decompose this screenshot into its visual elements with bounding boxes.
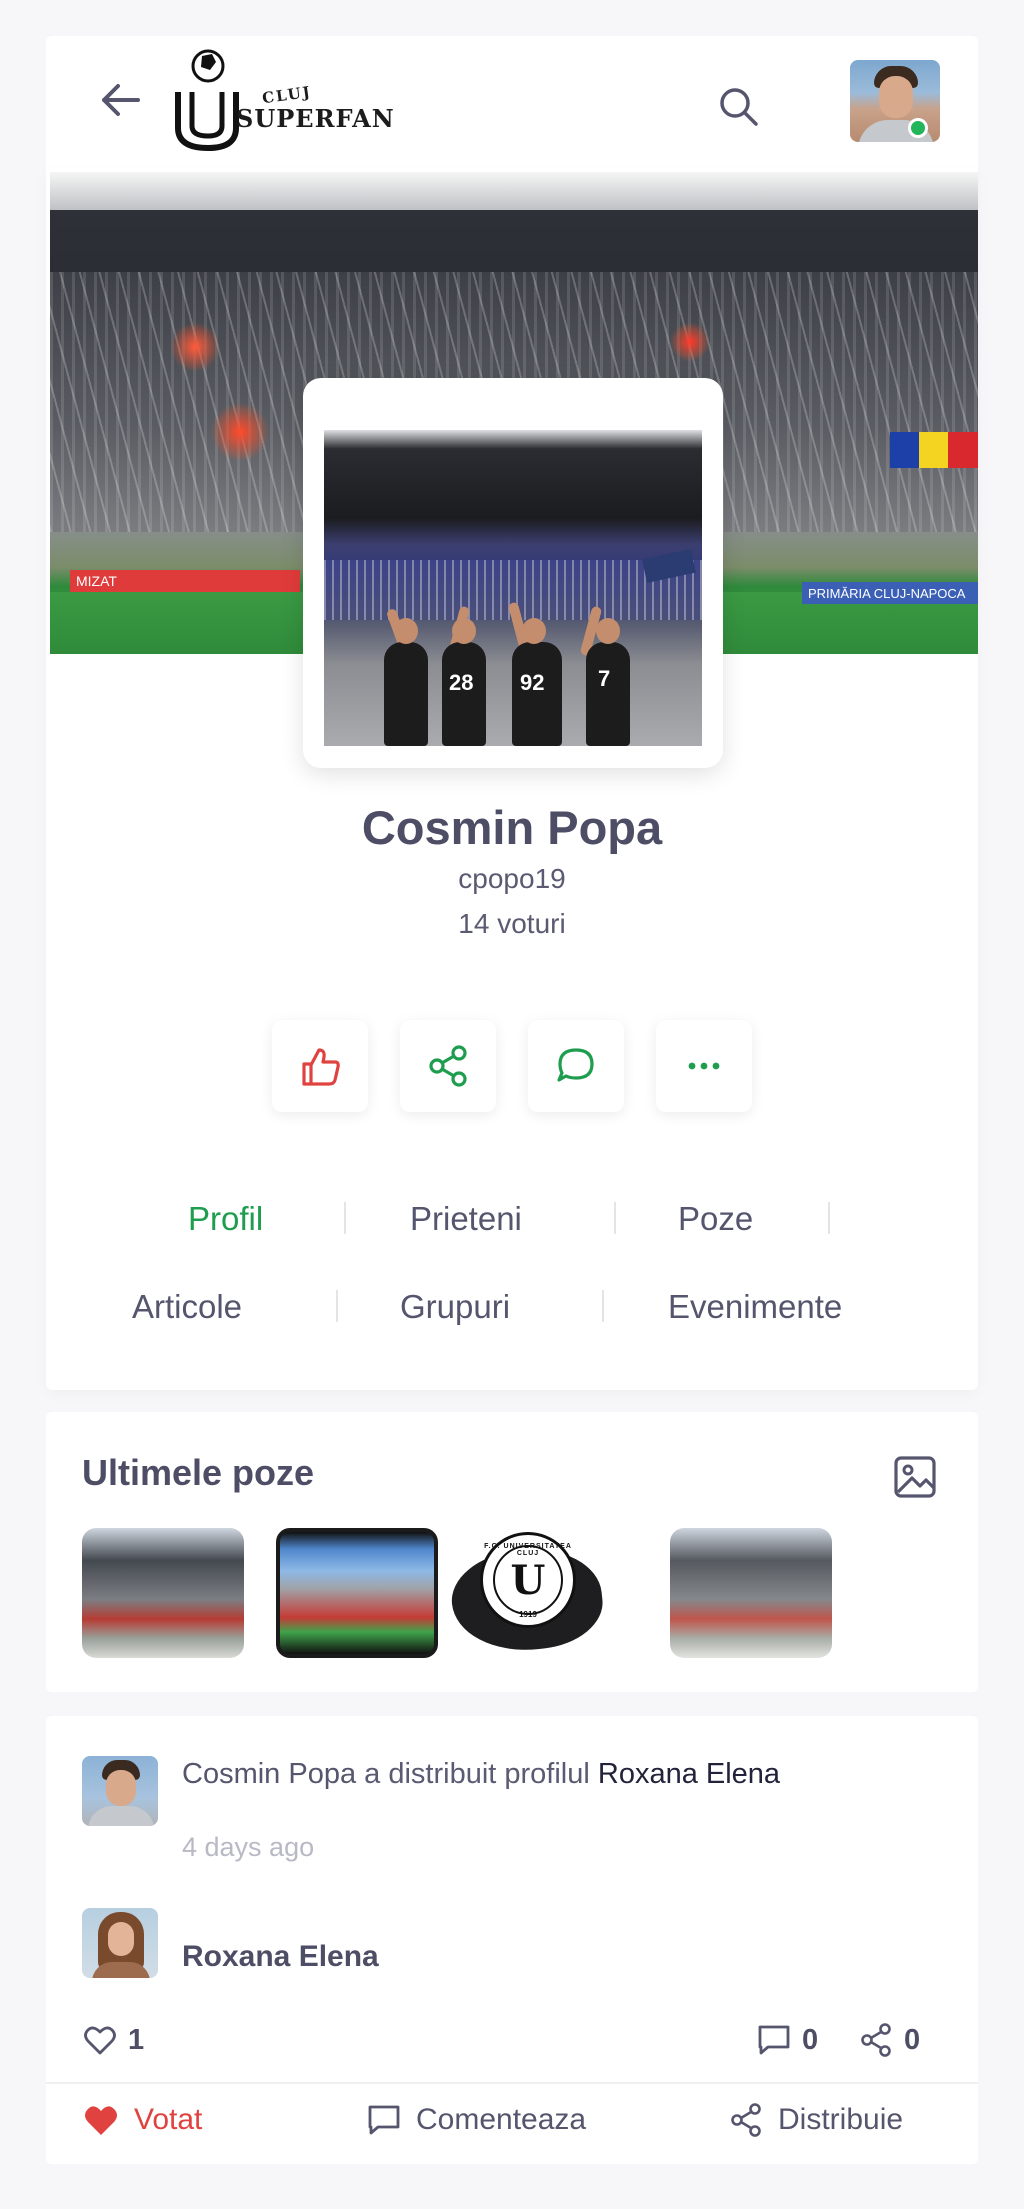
post-divider xyxy=(46,2082,978,2084)
likes-count[interactable]: 1 xyxy=(82,2022,144,2058)
crest-text: F.C. UNIVERSITATEA CLUJ xyxy=(484,1543,572,1557)
top-app-bar: CLUJ SUPERFAN xyxy=(46,36,978,168)
likes-count-value: 1 xyxy=(128,2023,145,2056)
vote-button[interactable] xyxy=(272,1020,368,1112)
tab-separator xyxy=(344,1202,346,1234)
post-stats: 1 0 0 xyxy=(46,2016,978,2066)
photo-thumbnail[interactable]: F.C. UNIVERSITATEA CLUJ U 1919 xyxy=(446,1528,608,1658)
chat-bubble-icon xyxy=(557,1048,594,1082)
latest-photos-card: Ultimele poze F.C. UNIVERSITATEA CLUJ U … xyxy=(46,1412,978,1692)
tab-evenimente[interactable]: Evenimente xyxy=(668,1288,842,1326)
distribute-button[interactable]: Distribuie xyxy=(728,2102,903,2138)
shared-profile-avatar[interactable] xyxy=(82,1908,158,1978)
tab-grupuri[interactable]: Grupuri xyxy=(400,1288,510,1326)
tab-separator xyxy=(828,1202,830,1234)
comment-button[interactable]: Comenteaza xyxy=(366,2102,586,2138)
voted-label: Votat xyxy=(134,2103,203,2136)
tab-articole[interactable]: Articole xyxy=(132,1288,242,1326)
tab-poze[interactable]: Poze xyxy=(678,1200,753,1238)
tab-separator xyxy=(614,1202,616,1234)
profile-photo[interactable]: 28 92 7 xyxy=(324,430,702,746)
tab-profil[interactable]: Profil xyxy=(188,1200,263,1238)
activity-post-card: Cosmin Popa a distribuit profilul Roxana… xyxy=(46,1716,978,2164)
photo-thumbnail[interactable] xyxy=(82,1528,244,1658)
profile-actions xyxy=(272,1020,758,1116)
comments-count-value: 0 xyxy=(802,2023,819,2056)
share-icon xyxy=(731,2103,761,2137)
u-cluj-logo-icon xyxy=(175,49,239,152)
profile-photo-frame: 28 92 7 xyxy=(303,378,723,768)
thumbs-up-icon xyxy=(302,1048,340,1086)
profile-tabs: Profil Prieteni Poze Articole Grupuri Ev… xyxy=(46,1186,978,1326)
shares-count-value: 0 xyxy=(904,2023,921,2056)
share-button[interactable] xyxy=(400,1020,496,1112)
comment-label: Comenteaza xyxy=(416,2103,587,2136)
more-dots-icon xyxy=(688,1062,720,1070)
profile-votes: 14 voturi xyxy=(458,908,566,939)
message-button[interactable] xyxy=(528,1020,624,1112)
post-target-name[interactable]: Roxana Elena xyxy=(598,1758,780,1790)
share-icon xyxy=(429,1045,467,1087)
logo-superfan-text: SUPERFAN xyxy=(236,104,395,133)
tab-separator xyxy=(602,1290,604,1322)
more-button[interactable] xyxy=(656,1020,752,1112)
photo-thumbnail[interactable] xyxy=(276,1528,438,1658)
image-gallery-icon[interactable] xyxy=(892,1454,938,1500)
post-timestamp: 4 days ago xyxy=(182,1832,315,1862)
shared-profile-name[interactable]: Roxana Elena xyxy=(182,1940,379,1974)
comments-count[interactable]: 0 xyxy=(756,2022,818,2058)
jersey-number: 92 xyxy=(520,670,545,695)
distribute-label: Distribuie xyxy=(778,2103,904,2136)
post-text: Cosmin Popa a distribuit profilul Roxana… xyxy=(182,1756,902,1793)
search-button[interactable] xyxy=(714,82,762,130)
online-status-dot xyxy=(908,118,928,138)
back-button[interactable] xyxy=(94,74,146,126)
search-icon xyxy=(720,88,758,126)
crest-year: 1919 xyxy=(519,1610,537,1619)
cover-banner-right: PRIMĂRIA CLUJ-NAPOCA xyxy=(802,582,978,604)
voted-button[interactable]: Votat xyxy=(82,2102,202,2138)
profile-card: MIZAT PRIMĂRIA CLUJ-NAPOCA 28 92 7 Cosmi… xyxy=(46,168,978,1390)
post-action-text: a distribuit profilul xyxy=(364,1758,590,1790)
heart-outline-icon xyxy=(84,2026,116,2055)
profile-name: Cosmin Popa xyxy=(361,801,663,854)
comment-icon xyxy=(758,2025,790,2055)
tab-prieteni[interactable]: Prieteni xyxy=(410,1200,522,1238)
post-actions: Votat Comenteaza Distribuie xyxy=(46,2096,978,2156)
tab-separator xyxy=(336,1290,338,1322)
heart-filled-icon xyxy=(85,2106,117,2135)
photo-thumbnail[interactable] xyxy=(670,1528,832,1658)
post-author-name[interactable]: Cosmin Popa xyxy=(182,1758,356,1790)
superfan-logo[interactable]: CLUJ SUPERFAN xyxy=(172,48,432,158)
arrow-left-icon xyxy=(102,84,140,116)
latest-photos-title: Ultimele poze xyxy=(82,1452,315,1493)
comment-icon xyxy=(368,2105,400,2135)
jersey-number: 28 xyxy=(449,670,474,695)
club-crest: F.C. UNIVERSITATEA CLUJ U 1919 xyxy=(480,1532,576,1628)
shares-count[interactable]: 0 xyxy=(858,2022,920,2058)
post-author-avatar[interactable] xyxy=(82,1756,158,1826)
cover-banner-left: MIZAT xyxy=(70,570,300,592)
share-icon xyxy=(861,2023,891,2057)
jersey-number: 7 xyxy=(598,666,611,691)
profile-username: cpopo19 xyxy=(458,863,566,894)
